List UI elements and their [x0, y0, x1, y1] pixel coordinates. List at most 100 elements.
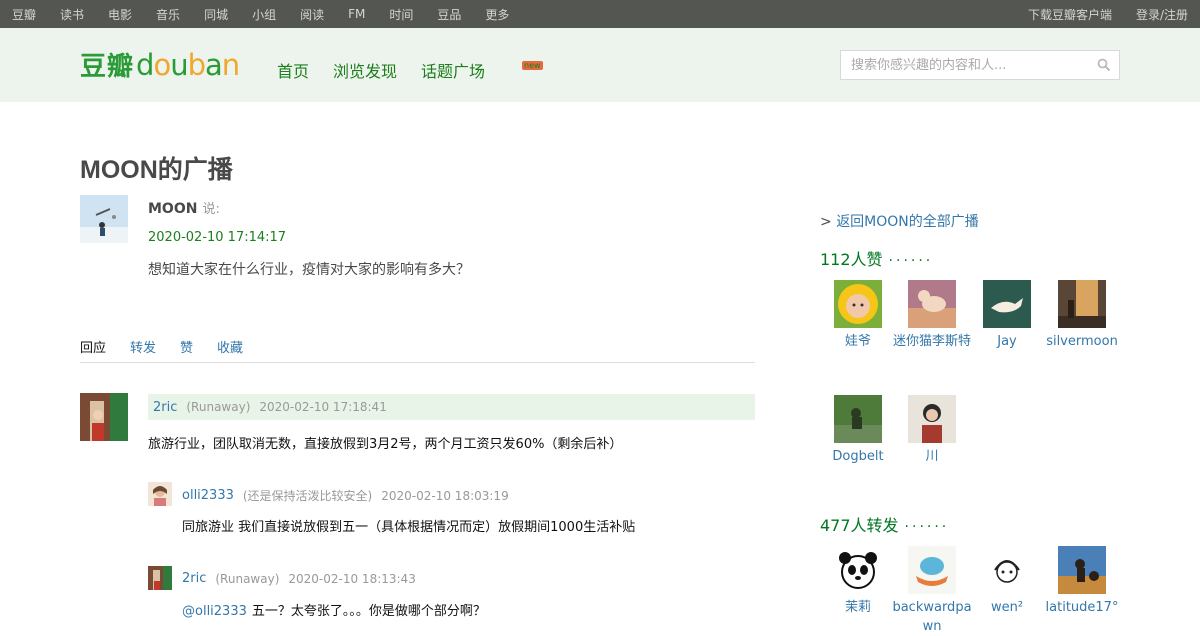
reshares-section-title: 477人转发 ······	[820, 512, 949, 536]
top-nav-bar: 豆瓣 读书 电影 音乐 同城 小组 阅读 FM 时间 豆品 更多 下载豆瓣客户端…	[0, 0, 1200, 28]
likes-count[interactable]: 112人赞	[820, 250, 883, 269]
reply-user[interactable]: olli2333	[182, 488, 234, 503]
reply-header: olli2333 (还是保持活泼比较安全) 2020-02-10 18:03:1…	[182, 487, 509, 504]
reply-header: 2ric (Runaway) 2020-02-10 18:13:43	[182, 571, 416, 586]
resharer-item[interactable]: 茉莉	[818, 546, 898, 617]
topnav-movies[interactable]: 电影	[108, 6, 132, 23]
liker-avatar	[908, 280, 956, 328]
reply-text-body: 五一？太夸张了。。。你是做哪个部分啊？	[251, 604, 486, 619]
says-label: 说:	[202, 202, 220, 217]
main-nav: 首页 浏览发现 话题广场 new	[277, 58, 578, 82]
search-box	[840, 50, 1120, 80]
liker-name: 迷你猫李斯特	[892, 334, 971, 349]
site-header: 豆瓣 douban 首页 浏览发现 话题广场 new	[0, 28, 1200, 102]
search-input[interactable]	[841, 51, 1089, 79]
liker-avatar	[834, 280, 882, 328]
liker-item[interactable]: 迷你猫李斯特	[892, 280, 972, 351]
resharer-name: latitude17°	[1045, 600, 1119, 615]
topnav-books[interactable]: 读书	[60, 6, 84, 23]
comment-avatar[interactable]	[80, 393, 128, 441]
liker-name: 川	[925, 449, 939, 464]
nav-topics-label: 话题广场	[421, 62, 486, 81]
topnav-local[interactable]: 同城	[204, 6, 228, 23]
search-icon[interactable]	[1089, 51, 1119, 79]
back-prefix: >	[820, 214, 832, 230]
author-avatar[interactable]	[80, 195, 128, 243]
back-to-all-link[interactable]: > 返回MOON的全部广播	[820, 211, 979, 231]
likes-section-title: 112人赞 ······	[820, 246, 933, 270]
liker-avatar	[834, 395, 882, 443]
reply-user[interactable]: 2ric	[182, 571, 206, 586]
reply-text: @olli2333 五一？太夸张了。。。你是做哪个部分啊？	[182, 600, 486, 619]
nav-explore[interactable]: 浏览发现	[333, 58, 397, 82]
status-body: MOON 说: 2020-02-10 17:14:17 想知道大家在什么行业，疫…	[148, 198, 470, 279]
resharer-name: backwardpawn	[892, 600, 972, 634]
back-link-label: 返回MOON的全部广播	[836, 214, 979, 230]
resharer-avatar	[908, 546, 956, 594]
liker-item[interactable]: 娃爷	[818, 280, 898, 351]
status-time[interactable]: 2020-02-10 17:14:17	[148, 230, 470, 245]
top-nav-left: 豆瓣 读书 电影 音乐 同城 小组 阅读 FM 时间 豆品 更多	[12, 6, 533, 23]
nav-topics[interactable]: 话题广场 new	[421, 58, 554, 82]
resharer-name: wen²	[990, 600, 1024, 615]
status-text: 想知道大家在什么行业，疫情对大家的影响有多大？	[148, 262, 470, 278]
nav-home[interactable]: 首页	[277, 58, 309, 82]
status-tabs: 回应 转发 赞 收藏	[80, 337, 755, 363]
tab-reshares[interactable]: 转发	[130, 337, 156, 362]
liker-name: Dogbelt	[832, 449, 884, 464]
liker-item[interactable]: 川	[892, 395, 972, 466]
reply-time: 2020-02-10 18:13:43	[288, 571, 416, 586]
download-app-link[interactable]: 下载豆瓣客户端	[1028, 6, 1112, 23]
resharer-item[interactable]: backwardpawn	[892, 546, 972, 636]
comment-text: 旅游行业，团队取消无数，直接放假到3月2号，两个月工资只发60%（剩余后补）	[148, 437, 623, 452]
new-badge: new	[522, 61, 543, 70]
liker-item[interactable]: Dogbelt	[818, 395, 898, 466]
resharer-avatar	[834, 546, 882, 594]
reply-avatar[interactable]	[148, 566, 172, 590]
topnav-time[interactable]: 时间	[389, 6, 413, 23]
logo-cn: 豆瓣	[80, 52, 135, 82]
topnav-market[interactable]: 豆品	[437, 6, 461, 23]
tab-collect[interactable]: 收藏	[217, 337, 243, 362]
liker-name: 娃爷	[844, 334, 871, 349]
reply-text: 同旅游业 我们直接说放假到五一（具体根据情况而定）放假期间1000生活补贴	[182, 520, 636, 535]
topnav-read[interactable]: 阅读	[300, 6, 324, 23]
reshares-more-dots[interactable]: ······	[905, 519, 950, 535]
liker-avatar	[983, 280, 1031, 328]
reply-time: 2020-02-10 18:03:19	[381, 488, 509, 503]
topnav-douban[interactable]: 豆瓣	[12, 6, 36, 23]
resharer-item[interactable]: wen²	[967, 546, 1047, 617]
comment-header: 2ric (Runaway) 2020-02-10 17:18:41	[148, 394, 755, 420]
resharer-avatar	[983, 546, 1031, 594]
comment-signature: (Runaway)	[186, 400, 251, 414]
liker-name: silvermoon	[1046, 334, 1118, 349]
resharer-item[interactable]: latitude17°	[1042, 546, 1122, 617]
reply-mention-link[interactable]: @olli2333	[182, 604, 247, 619]
liker-name: Jay	[997, 334, 1017, 349]
resharer-name: 茉莉	[844, 600, 871, 615]
topnav-more[interactable]: 更多	[485, 6, 509, 23]
page-title: MOON的广播	[80, 156, 233, 184]
reshares-count[interactable]: 477人转发	[820, 516, 899, 535]
resharer-avatar	[1058, 546, 1106, 594]
liker-avatar	[908, 395, 956, 443]
topnav-groups[interactable]: 小组	[252, 6, 276, 23]
comment-user[interactable]: 2ric	[153, 400, 177, 415]
tab-replies[interactable]: 回应	[80, 337, 106, 362]
tab-likes[interactable]: 赞	[180, 337, 193, 362]
top-nav-right: 下载豆瓣客户端 登录/注册	[1004, 6, 1188, 23]
topnav-music[interactable]: 音乐	[156, 6, 180, 23]
login-register-link[interactable]: 登录/注册	[1136, 6, 1188, 23]
comment-time: 2020-02-10 17:18:41	[259, 400, 387, 414]
reply-signature: (还是保持活泼比较安全)	[242, 489, 373, 503]
reply-signature: (Runaway)	[215, 571, 280, 586]
reply-avatar[interactable]	[148, 482, 172, 506]
liker-item[interactable]: silvermoon	[1042, 280, 1122, 351]
liker-item[interactable]: Jay	[967, 280, 1047, 351]
author-name[interactable]: MOON	[148, 201, 197, 217]
topnav-fm[interactable]: FM	[348, 7, 365, 21]
liker-avatar	[1058, 280, 1106, 328]
logo-en: douban	[136, 48, 240, 82]
douban-logo[interactable]: 豆瓣 douban	[80, 46, 240, 83]
likes-more-dots[interactable]: ······	[889, 253, 934, 269]
